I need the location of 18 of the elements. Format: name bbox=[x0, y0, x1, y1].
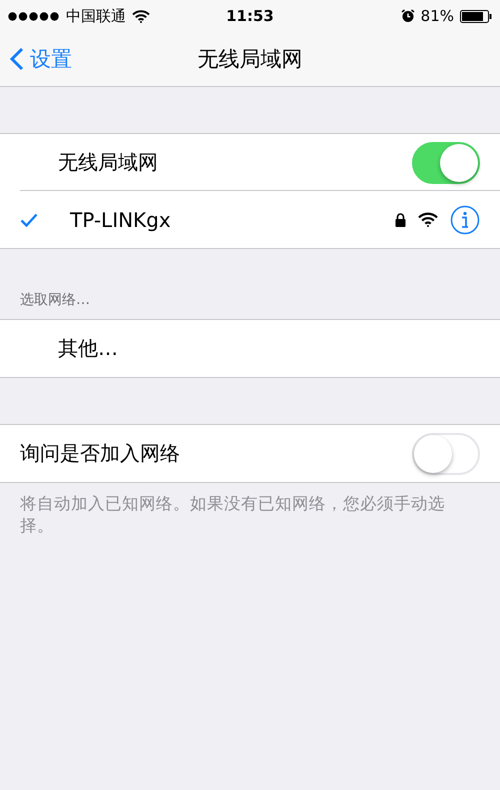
wifi-icon bbox=[418, 212, 438, 227]
toggle-switch[interactable] bbox=[412, 142, 480, 184]
row-label: 无线局域网 bbox=[58, 149, 159, 176]
page-title: 无线局域网 bbox=[198, 46, 302, 73]
info-button[interactable] bbox=[450, 204, 480, 234]
wifi-icon bbox=[132, 10, 150, 22]
signal-icon bbox=[8, 12, 60, 20]
battery-percentage: 81% bbox=[420, 7, 454, 25]
row-label: 询问是否加入网络 bbox=[20, 440, 181, 467]
back-button[interactable]: 设置 bbox=[10, 45, 72, 73]
battery-icon bbox=[460, 10, 492, 22]
alarm-clock-icon bbox=[400, 9, 415, 23]
footer-note: 将自动加入已知网络。如果没有已知网络，您必须手动选择。 bbox=[19, 493, 446, 537]
status-time: 11:53 bbox=[226, 7, 274, 25]
section-header: 选取网络… bbox=[19, 291, 91, 310]
network-name[interactable]: TP-LINKgx bbox=[70, 208, 383, 232]
back-chevron-icon bbox=[10, 47, 24, 71]
carrier-name: 中国联通 bbox=[66, 6, 126, 26]
